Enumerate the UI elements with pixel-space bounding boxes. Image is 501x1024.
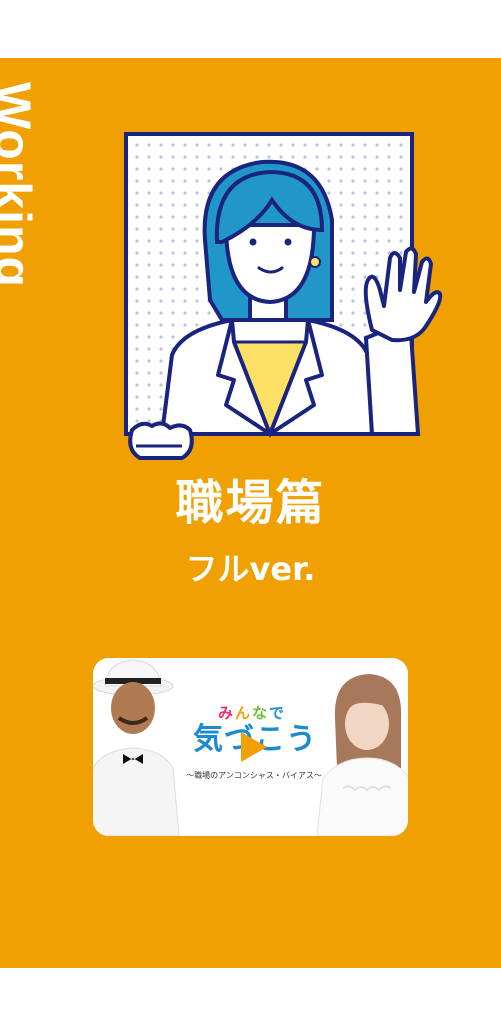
video-logo-subtitle: 〜職場のアンコンシャス・バイアス〜 xyxy=(186,771,322,780)
page-title: 職場篇 xyxy=(175,475,326,531)
side-label: Working xyxy=(0,82,41,289)
woman-illustration xyxy=(124,132,443,460)
play-icon[interactable] xyxy=(235,730,269,764)
video-thumbnail[interactable]: みんなで 気づこう 〜職場のアンコンシャス・バイアス〜 xyxy=(93,658,408,836)
video-logo-top: みんなで xyxy=(217,704,287,722)
page-subtitle: フルver. xyxy=(185,550,316,588)
